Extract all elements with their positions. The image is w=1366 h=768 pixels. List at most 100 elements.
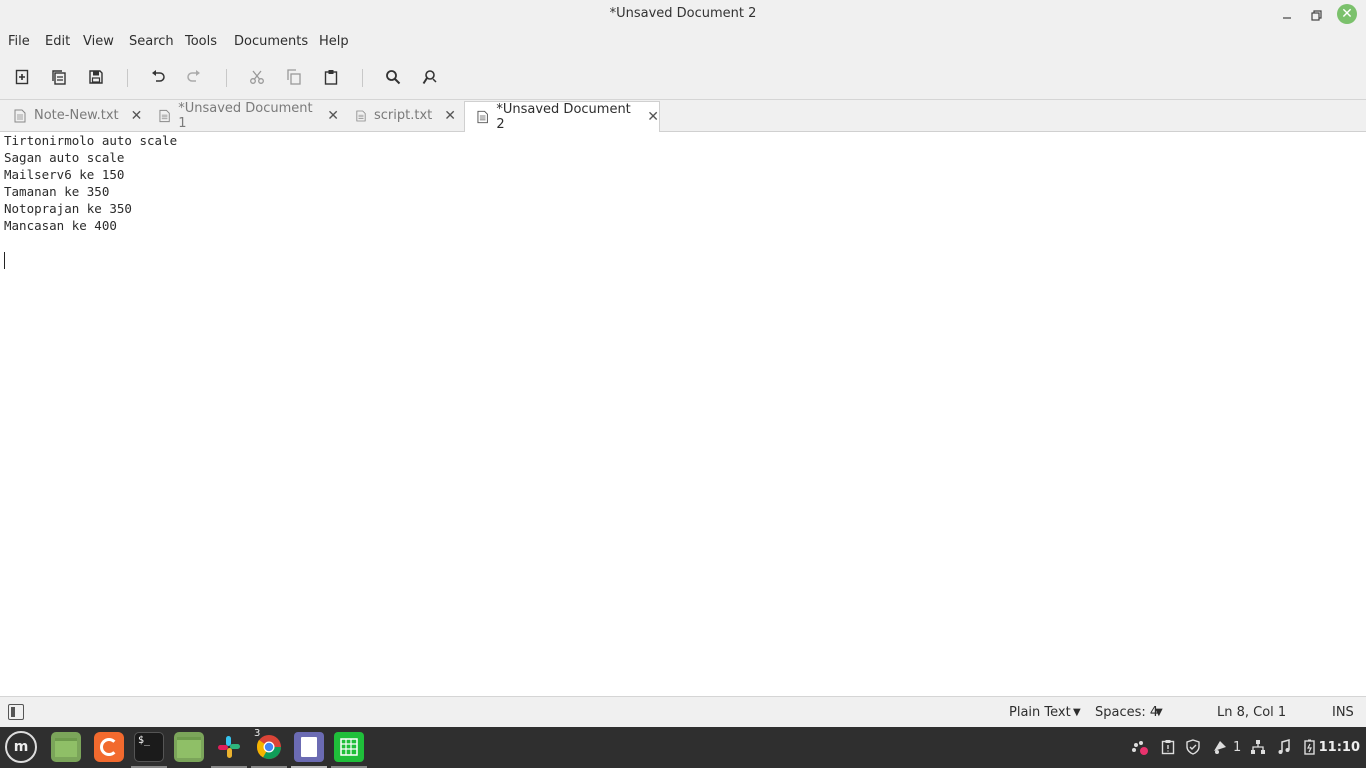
workspace-indicator[interactable]: 1 — [1233, 740, 1241, 755]
find-replace-icon — [422, 70, 437, 85]
shield-icon[interactable] — [1185, 739, 1201, 759]
tab-label: *Unsaved Document 2 — [496, 102, 631, 132]
text-file-icon — [14, 109, 26, 122]
tab-unsaved-document-1[interactable]: *Unsaved Document 1 ✕ — [159, 100, 339, 131]
mint-logo-icon: m — [13, 739, 29, 755]
tab-label: *Unsaved Document 1 — [178, 100, 313, 131]
close-tab-icon[interactable]: ✕ — [131, 108, 143, 124]
menu-search[interactable]: Search — [129, 34, 174, 49]
side-panel-icon — [11, 707, 15, 717]
status-bar: Plain Text ▼ Spaces: 4 ▼ Ln 8, Col 1 INS — [0, 696, 1366, 728]
redo-icon — [187, 70, 200, 82]
tab-script[interactable]: script.txt ✕ — [356, 100, 456, 131]
language-selector[interactable]: Plain Text — [1009, 705, 1071, 720]
close-window-button[interactable]: ✕ — [1337, 4, 1357, 24]
editor-line: Tamanan ke 350 — [4, 184, 110, 199]
firefox-icon — [100, 738, 118, 756]
tab-label: Note-New.txt — [34, 108, 119, 123]
battery-icon[interactable] — [1303, 739, 1317, 759]
chevron-down-icon[interactable]: ▼ — [1155, 707, 1163, 718]
open-document-button[interactable] — [49, 67, 69, 87]
text-file-icon — [356, 110, 366, 121]
menu-documents[interactable]: Documents — [234, 34, 308, 49]
indent-selector[interactable]: Spaces: 4 — [1095, 705, 1158, 720]
menu-view[interactable]: View — [83, 34, 114, 49]
find-replace-button[interactable] — [420, 67, 440, 87]
text-editor-icon — [301, 737, 317, 757]
toolbar-separator — [362, 69, 363, 87]
menu-tools[interactable]: Tools — [185, 34, 217, 49]
menu-help[interactable]: Help — [319, 34, 349, 49]
files-launcher[interactable] — [174, 732, 204, 762]
copy-icon — [287, 69, 301, 85]
terminal-icon: $_ — [138, 735, 151, 746]
save-icon — [89, 70, 103, 84]
menu-bar: File Edit View Search Tools Documents He… — [0, 29, 1366, 56]
start-menu-button[interactable]: m — [5, 731, 37, 763]
editor-line: Notoprajan ke 350 — [4, 201, 132, 216]
tab-unsaved-document-2[interactable]: *Unsaved Document 2 ✕ — [464, 101, 660, 132]
text-file-icon — [159, 109, 170, 122]
open-document-icon — [52, 70, 66, 85]
editor-line: Mancasan ke 400 — [4, 218, 117, 233]
cursor-position: Ln 8, Col 1 — [1217, 705, 1287, 720]
undo-icon — [152, 70, 165, 82]
window-title: *Unsaved Document 2 — [609, 6, 757, 21]
show-desktop-button[interactable] — [51, 732, 81, 762]
firefox-launcher[interactable] — [94, 732, 124, 762]
text-cursor — [4, 252, 5, 269]
side-panel-toggle[interactable] — [8, 704, 24, 720]
title-bar: *Unsaved Document 2 ✕ — [0, 0, 1366, 29]
close-tab-icon[interactable]: ✕ — [327, 108, 339, 124]
undo-button[interactable] — [148, 67, 168, 87]
text-editor-launcher[interactable] — [294, 732, 324, 762]
tab-label: script.txt — [374, 108, 433, 123]
copy-button[interactable] — [284, 67, 304, 87]
editor-line: Mailserv6 ke 150 — [4, 167, 125, 182]
text-editor[interactable]: Tirtonirmolo auto scale Sagan auto scale… — [0, 132, 1366, 695]
toolbar-separator — [127, 69, 128, 87]
tab-note-new[interactable]: Note-New.txt ✕ — [14, 100, 144, 131]
clock[interactable]: 11:10 — [1319, 740, 1360, 755]
maximize-button[interactable] — [1305, 4, 1327, 26]
editor-line: Tirtonirmolo auto scale — [4, 133, 178, 148]
spreadsheet-launcher[interactable] — [334, 732, 364, 762]
search-icon — [386, 70, 401, 85]
folder-icon — [55, 737, 77, 757]
chevron-down-icon[interactable]: ▼ — [1073, 707, 1081, 718]
sound-icon[interactable] — [1277, 739, 1291, 759]
save-button[interactable] — [86, 67, 106, 87]
toolbar — [0, 56, 1366, 100]
spreadsheet-icon — [340, 738, 358, 756]
notifications-icon[interactable] — [1212, 739, 1228, 759]
restore-icon — [1310, 9, 1322, 21]
new-document-button[interactable] — [12, 67, 32, 87]
chrome-launcher[interactable]: 3 — [254, 728, 284, 762]
chrome-window-count-badge: 3 — [254, 728, 261, 739]
slack-launcher[interactable] — [214, 732, 244, 762]
close-tab-icon[interactable]: ✕ — [647, 109, 659, 125]
cut-icon — [250, 70, 264, 84]
terminal-launcher[interactable]: $_ — [134, 732, 164, 762]
paste-button[interactable] — [321, 67, 341, 87]
text-file-icon — [477, 110, 488, 124]
menu-file[interactable]: File — [8, 34, 30, 49]
find-button[interactable] — [383, 67, 403, 87]
minimize-icon — [1283, 17, 1291, 19]
menu-edit[interactable]: Edit — [45, 34, 70, 49]
slack-tray-icon[interactable] — [1130, 739, 1150, 761]
close-tab-icon[interactable]: ✕ — [444, 108, 456, 124]
new-document-icon — [15, 69, 29, 85]
network-icon[interactable] — [1250, 739, 1266, 759]
close-icon: ✕ — [1341, 6, 1353, 22]
cut-button[interactable] — [247, 67, 267, 87]
slack-icon — [218, 736, 240, 758]
minimize-button[interactable] — [1276, 4, 1298, 26]
document-tabs: Note-New.txt ✕ *Unsaved Document 1 ✕ scr… — [0, 100, 1366, 132]
clipboard-tray-icon[interactable] — [1161, 739, 1175, 759]
toolbar-separator — [226, 69, 227, 87]
insert-mode: INS — [1332, 705, 1354, 720]
folder-icon — [177, 736, 201, 758]
redo-button[interactable] — [184, 67, 204, 87]
paste-icon — [324, 70, 338, 85]
